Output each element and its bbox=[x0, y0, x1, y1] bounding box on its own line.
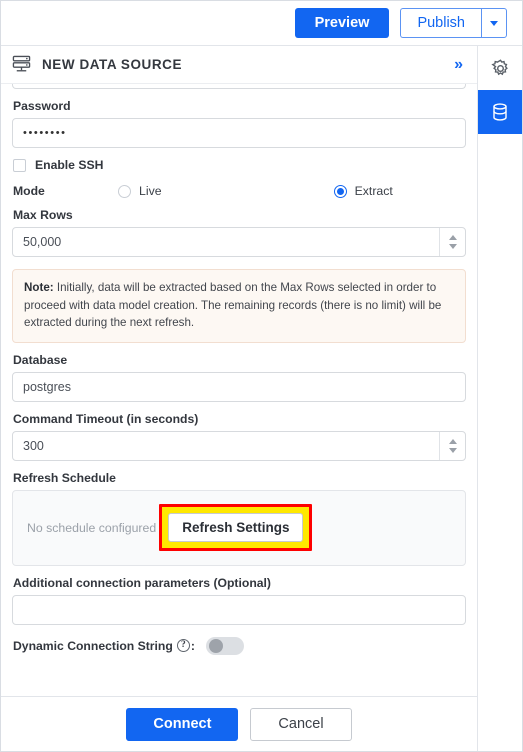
cancel-button[interactable]: Cancel bbox=[250, 707, 352, 741]
mode-label: Mode bbox=[13, 184, 45, 198]
max-rows-stepper[interactable] bbox=[439, 228, 465, 256]
max-rows-note: Note: Initially, data will be extracted … bbox=[12, 269, 466, 343]
enable-ssh-checkbox[interactable] bbox=[13, 158, 26, 172]
question-mark-icon[interactable]: ? bbox=[176, 639, 190, 653]
command-timeout-label: Command Timeout (in seconds) bbox=[13, 411, 199, 426]
radio-live-icon bbox=[118, 184, 131, 198]
panel-footer: Connect Cancel bbox=[1, 696, 477, 751]
page-title: NEW DATA SOURCE bbox=[42, 57, 182, 72]
panel-header: NEW DATA SOURCE » bbox=[1, 46, 477, 84]
new-data-source-panel: NEW DATA SOURCE » Password •••••••• Enab… bbox=[1, 46, 478, 751]
password-input[interactable]: •••••••• bbox=[12, 118, 466, 148]
command-timeout-stepper[interactable] bbox=[439, 431, 465, 460]
note-text: Initially, data will be extracted based … bbox=[24, 281, 442, 330]
gear-icon bbox=[490, 58, 508, 75]
command-timeout-input[interactable]: 300 bbox=[13, 432, 439, 460]
double-chevron-right-icon[interactable]: » bbox=[452, 55, 465, 75]
max-rows-input[interactable]: 50,000 bbox=[13, 228, 439, 256]
connect-button[interactable]: Connect bbox=[126, 707, 239, 741]
stepper-up-icon[interactable] bbox=[448, 438, 457, 444]
preview-button[interactable]: Preview bbox=[294, 8, 390, 38]
refresh-schedule-panel: No schedule configured Refresh Settings bbox=[12, 489, 466, 566]
mode-option-live-label: Live bbox=[139, 184, 162, 198]
sidebar-item-settings[interactable] bbox=[478, 46, 522, 90]
sidebar-item-data-sources[interactable] bbox=[478, 90, 522, 134]
dynamic-connection-string-toggle[interactable] bbox=[205, 636, 244, 655]
additional-params-label: Additional connection parameters (Option… bbox=[13, 575, 271, 590]
connection-form: Password •••••••• Enable SSH Mode Live E… bbox=[1, 84, 477, 696]
radio-extract-icon bbox=[333, 184, 347, 198]
max-rows-field: 50,000 bbox=[12, 227, 466, 257]
top-toolbar: Preview Publish bbox=[1, 1, 522, 46]
publish-dropdown-button[interactable] bbox=[481, 8, 507, 38]
dynamic-connection-string-colon: : bbox=[190, 638, 195, 653]
data-source-panel-window: Preview Publish NEW DATA SOURCE » Passwo… bbox=[0, 0, 523, 752]
mode-option-live[interactable]: Live bbox=[118, 184, 162, 198]
body-container: NEW DATA SOURCE » Password •••••••• Enab… bbox=[1, 46, 522, 751]
enable-ssh-label: Enable SSH bbox=[35, 158, 104, 172]
stepper-down-icon[interactable] bbox=[448, 447, 457, 453]
refresh-settings-highlight: Refresh Settings bbox=[159, 504, 313, 552]
chevron-down-icon bbox=[490, 20, 498, 26]
database-input[interactable]: postgres bbox=[12, 371, 466, 402]
right-sidebar bbox=[478, 46, 522, 751]
refresh-schedule-label: Refresh Schedule bbox=[13, 470, 116, 485]
database-icon bbox=[493, 103, 507, 121]
no-schedule-text: No schedule configured bbox=[27, 520, 157, 535]
publish-button[interactable]: Publish bbox=[400, 8, 481, 38]
mode-option-extract[interactable]: Extract bbox=[333, 184, 393, 198]
server-rack-icon bbox=[12, 55, 31, 72]
database-label: Database bbox=[13, 352, 68, 367]
note-prefix: Note: bbox=[24, 281, 54, 294]
refresh-settings-button[interactable]: Refresh Settings bbox=[168, 513, 304, 543]
max-rows-label: Max Rows bbox=[13, 208, 73, 222]
scrolled-field-above bbox=[12, 84, 466, 89]
enable-ssh-row[interactable]: Enable SSH bbox=[13, 158, 466, 172]
toggle-knob bbox=[208, 638, 223, 653]
publish-button-group: Publish bbox=[400, 8, 507, 38]
stepper-up-icon[interactable] bbox=[448, 235, 457, 240]
stepper-down-icon[interactable] bbox=[448, 244, 457, 249]
mode-row: Mode Live Extract bbox=[13, 184, 466, 198]
password-label: Password bbox=[13, 99, 71, 113]
mode-option-extract-label: Extract bbox=[354, 184, 393, 198]
additional-params-input[interactable] bbox=[12, 594, 466, 625]
command-timeout-field: 300 bbox=[12, 430, 466, 461]
dynamic-connection-string-row: Dynamic Connection String ? : bbox=[13, 636, 466, 655]
dynamic-connection-string-label: Dynamic Connection String bbox=[13, 638, 173, 653]
